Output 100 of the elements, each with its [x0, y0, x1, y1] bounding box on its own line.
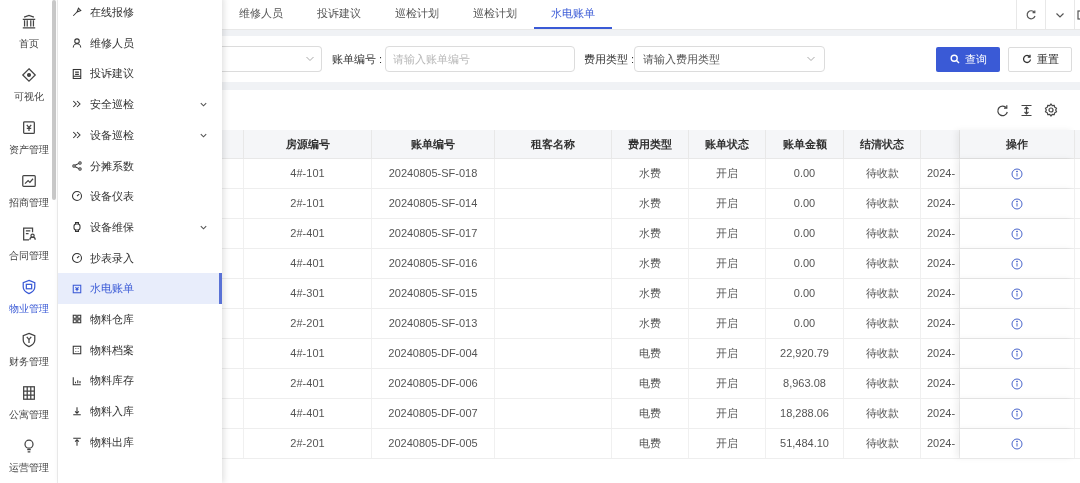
- menu-icon: [71, 251, 83, 264]
- table-cell-text: 2024-: [927, 406, 956, 422]
- column-header: 账单编号: [372, 130, 495, 158]
- menu-item[interactable]: 物料入库: [58, 395, 222, 427]
- menu-item[interactable]: 维修人员: [58, 27, 222, 59]
- menu-icon: [71, 37, 83, 50]
- table-cell-text: 开启: [716, 316, 738, 332]
- menu-item[interactable]: 设备仪表: [58, 181, 222, 212]
- table-cell-text: 2#-201: [290, 316, 325, 332]
- info-icon[interactable]: [1011, 257, 1023, 270]
- rail-item[interactable]: 可视化: [1, 59, 56, 112]
- column-header: 费用类型: [612, 130, 689, 158]
- menu-item[interactable]: 设备维保: [58, 211, 222, 243]
- table-cell-text: 待收款: [865, 406, 899, 422]
- table-cell-text: 水费: [639, 256, 661, 272]
- menu-item[interactable]: 分摊系数: [58, 150, 222, 182]
- rail-item[interactable]: 资产管理: [1, 112, 56, 165]
- refresh-icon[interactable]: [996, 103, 1009, 117]
- table-cell-text: 2024-: [927, 196, 956, 212]
- table-cell-text: 待收款: [865, 166, 899, 182]
- menu-item[interactable]: 物料仓库: [58, 303, 222, 335]
- search-icon: [949, 54, 960, 64]
- rail-item[interactable]: 合同管理: [1, 218, 56, 271]
- refresh-icon: [1021, 54, 1032, 64]
- rail-item[interactable]: 运营管理: [1, 430, 56, 483]
- table-cell-text: 电费: [639, 406, 661, 422]
- table-cell-text: 4#-101: [290, 166, 325, 182]
- tab[interactable]: 巡检计划: [378, 0, 456, 29]
- menu-item[interactable]: 安全巡检: [58, 89, 222, 120]
- table-cell-text: 51,484.10: [780, 436, 829, 452]
- fullscreen-icon[interactable]: [1074, 0, 1080, 29]
- table-cell-text: 电费: [639, 376, 661, 392]
- table-cell-text: 4#-301: [290, 286, 325, 302]
- table-cell-text: 待收款: [865, 196, 899, 212]
- info-icon[interactable]: [1011, 167, 1023, 180]
- table-cell-text: 待收款: [865, 226, 899, 242]
- table-cell-text: 水费: [639, 286, 661, 302]
- table-cell-text: 0.00: [793, 196, 816, 212]
- row-height-icon[interactable]: [1020, 103, 1033, 117]
- table-cell-text: 开启: [716, 436, 738, 452]
- tab[interactable]: 投诉建议: [300, 0, 378, 29]
- menu-item[interactable]: 设备巡检: [58, 119, 222, 151]
- fee-type-select[interactable]: 请输入费用类型: [634, 46, 825, 72]
- menu-icon: [71, 67, 83, 80]
- rail-item[interactable]: 公寓管理: [1, 377, 56, 430]
- table-cell-text: 2024-: [927, 436, 956, 452]
- table-cell-text: 电费: [639, 436, 661, 452]
- menu-icon: [71, 221, 83, 234]
- menu-item[interactable]: 水电账单: [58, 273, 222, 304]
- table-cell-text: 待收款: [865, 436, 899, 452]
- table-cell-text: 水费: [639, 196, 661, 212]
- tab[interactable]: 维修人员: [222, 0, 300, 29]
- menu-icon: [71, 435, 83, 448]
- info-icon[interactable]: [1011, 347, 1023, 360]
- menu-item[interactable]: 物料库存: [58, 365, 222, 396]
- nav-icon: [20, 67, 37, 83]
- table-cell-text: 2024-: [927, 166, 956, 182]
- rail-item[interactable]: 招商管理: [1, 165, 56, 218]
- select-field[interactable]: [222, 46, 322, 72]
- table-cell-text: 2024-: [927, 376, 956, 392]
- info-icon[interactable]: [1011, 317, 1023, 330]
- menu-icon: [71, 343, 83, 356]
- query-button[interactable]: 查询: [936, 46, 1000, 72]
- settings-icon[interactable]: [1044, 103, 1058, 117]
- info-icon[interactable]: [1011, 377, 1023, 390]
- tab[interactable]: 水电账单: [534, 0, 612, 29]
- nav-icon: [20, 332, 37, 348]
- menu-item[interactable]: 物料出库: [58, 426, 222, 458]
- rail-item[interactable]: 首页: [1, 6, 56, 59]
- table-cell-text: 水费: [639, 226, 661, 242]
- table-cell-text: 20240805-DF-007: [388, 406, 478, 422]
- table-cell-text: 4#-401: [290, 406, 325, 422]
- nav-icon: [20, 385, 37, 401]
- table-cell-text: 2024-: [927, 286, 956, 302]
- rail-item[interactable]: 财务管理: [1, 324, 56, 377]
- info-icon[interactable]: [1011, 437, 1023, 450]
- table-cell-text: 8,963.08: [783, 376, 826, 392]
- tab[interactable]: 巡检计划: [456, 0, 534, 29]
- menu-icon: [71, 405, 83, 418]
- table-cell-text: 开启: [716, 286, 738, 302]
- table-cell-text: 开启: [716, 226, 738, 242]
- rail-item[interactable]: 物业管理: [1, 271, 56, 324]
- info-icon[interactable]: [1011, 227, 1023, 240]
- menu-item[interactable]: 抄表录入: [58, 242, 222, 274]
- scrollbar-thumb[interactable]: [52, 0, 56, 200]
- menu-item[interactable]: 在线报修: [58, 0, 222, 28]
- menu-item[interactable]: 投诉建议: [58, 58, 222, 90]
- info-icon[interactable]: [1011, 407, 1023, 420]
- table-cell-text: 20240805-DF-004: [388, 346, 478, 362]
- table-cell-text: 2#-401: [290, 226, 325, 242]
- menu-item[interactable]: 物料档案: [58, 334, 222, 366]
- table-cell-text: 4#-101: [290, 346, 325, 362]
- table-cell-text: 开启: [716, 256, 738, 272]
- table-cell-text: 20240805-SF-016: [388, 256, 478, 272]
- menu-icon: [71, 374, 83, 387]
- info-icon[interactable]: [1011, 287, 1023, 300]
- reset-button[interactable]: 重置: [1008, 46, 1072, 72]
- table-cell-text: 20240805-SF-013: [388, 316, 478, 332]
- info-icon[interactable]: [1011, 197, 1023, 210]
- table-cell-text: 待收款: [865, 316, 899, 332]
